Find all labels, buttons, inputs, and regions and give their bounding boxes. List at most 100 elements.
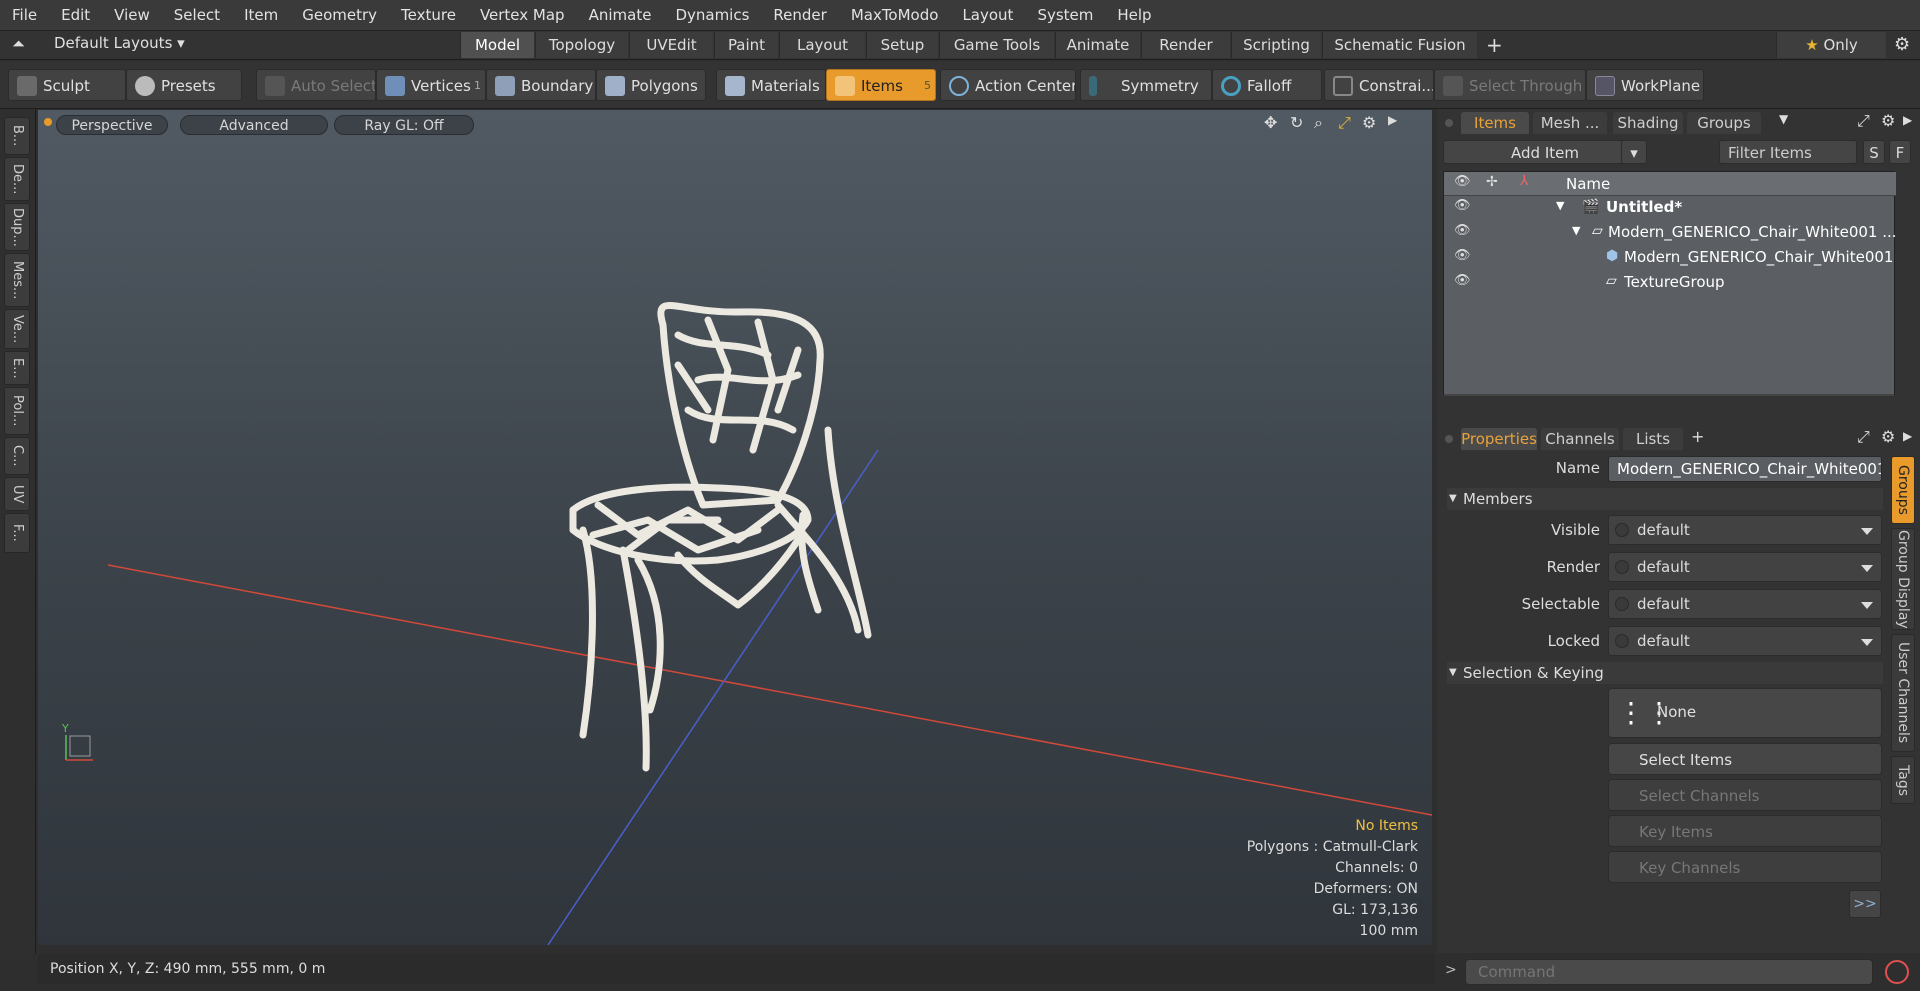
tree-row-texture-group[interactable]: 👁 ▱ TextureGroup [1444,271,1896,296]
gear-icon[interactable]: ⚙ [1894,34,1910,55]
members-section[interactable]: ▼ Members [1447,488,1883,510]
constraints-button[interactable]: Constrai... [1324,69,1434,101]
menu-layout[interactable]: Layout [950,0,1025,31]
name-column-header[interactable]: Name [1566,175,1610,193]
left-tab-vertex[interactable]: Ve... [4,309,30,349]
menu-system[interactable]: System [1025,0,1105,31]
properties-panel-dot[interactable] [1445,435,1453,443]
presets-button[interactable]: Presets [126,69,242,101]
boundary-button[interactable]: Boundary [486,69,596,101]
fit-view-icon[interactable]: ⤢ [1338,113,1351,133]
vertices-button[interactable]: Vertices 1 [376,69,486,101]
eye-icon[interactable]: 👁 [1454,198,1471,213]
rotate-view-icon[interactable]: ↻ [1290,113,1303,132]
eye-icon[interactable]: 👁 [1454,273,1471,288]
tab-topology[interactable]: Topology [535,32,628,58]
tab-render[interactable]: Render [1141,32,1230,58]
filter-items-input[interactable]: Filter Items [1719,140,1857,164]
menu-help[interactable]: Help [1105,0,1163,31]
collapse-arrow-icon[interactable]: ▼ [1556,199,1564,212]
side-tab-group-display[interactable]: Group Display [1891,528,1915,630]
visible-dropdown[interactable]: default [1608,515,1882,545]
left-tab-mesh[interactable]: Mes... [4,253,30,307]
s-filter-button[interactable]: S [1863,140,1885,164]
tab-uvedit[interactable]: UVEdit [629,32,713,58]
selection-keying-section[interactable]: ▼ Selection & Keying [1447,662,1883,684]
menu-dynamics[interactable]: Dynamics [663,0,761,31]
viewport-more-icon[interactable]: ▶ [1388,113,1397,127]
panel-settings-icon[interactable]: ⚙ [1881,111,1895,130]
select-items-button[interactable]: Select Items [1608,743,1882,775]
perspective-dropdown[interactable]: Perspective [56,115,168,135]
viewport-indicator-dot[interactable] [44,118,52,126]
tree-row-mesh[interactable]: 👁 ⬢ Modern_GENERICO_Chair_White001 [1444,246,1896,271]
selectable-key-dot[interactable] [1615,597,1629,611]
name-field[interactable]: Modern_GENERICO_Chair_White001 ( [1608,456,1882,482]
move-view-icon[interactable]: ✥ [1264,113,1277,132]
menu-item[interactable]: Item [232,0,290,31]
menu-texture[interactable]: Texture [389,0,468,31]
items-button[interactable]: Items 5 [826,69,936,101]
add-item-dropdown-icon[interactable]: ▾ [1621,140,1647,164]
menu-view[interactable]: View [102,0,162,31]
tab-layout[interactable]: Layout [779,32,865,58]
left-tab-duplicate[interactable]: Dup... [4,203,30,251]
left-tab-basic[interactable]: B... [4,117,30,155]
polygons-button[interactable]: Polygons [596,69,706,101]
tab-model[interactable]: Model [460,32,534,58]
advanced-dropdown[interactable]: Advanced [180,115,328,135]
tab-mesh[interactable]: Mesh ... [1533,112,1607,134]
panel-expand-icon[interactable]: ⤢ [1857,111,1870,131]
items-panel-dot[interactable] [1445,119,1453,127]
tab-items[interactable]: Items [1461,112,1529,134]
tab-setup[interactable]: Setup [866,32,938,58]
left-tab-polygon[interactable]: Pol... [4,387,30,435]
menu-geometry[interactable]: Geometry [290,0,389,31]
add-tab-icon[interactable]: + [1691,427,1704,446]
only-toggle[interactable]: ★ Only [1776,32,1886,58]
tab-paint[interactable]: Paint [714,32,778,58]
sculpt-button[interactable]: Sculpt [8,69,126,101]
menu-edit[interactable]: Edit [49,0,102,31]
menu-select[interactable]: Select [162,0,232,31]
key-items-button[interactable]: Key Items [1608,815,1882,847]
tree-row-group[interactable]: 👁 ▼ ▱ Modern_GENERICO_Chair_White001 ... [1444,221,1897,246]
menu-file[interactable]: File [0,0,49,31]
eye-icon[interactable]: 👁 [1454,223,1471,238]
tab-scripting[interactable]: Scripting [1231,32,1321,58]
locked-key-dot[interactable] [1615,634,1629,648]
auto-select-button[interactable]: Auto Select [256,69,376,101]
tab-lists[interactable]: Lists [1623,428,1683,450]
tab-game-tools[interactable]: Game Tools [939,32,1054,58]
materials-button[interactable]: Materials [716,69,826,101]
side-tab-tags[interactable]: Tags [1891,756,1915,804]
f-filter-button[interactable]: F [1889,140,1911,164]
tab-properties[interactable]: Properties [1461,428,1537,450]
lock-column-icon[interactable]: ✢ [1486,174,1498,190]
tab-groups[interactable]: Groups [1687,112,1761,134]
tab-channels[interactable]: Channels [1541,428,1619,450]
tree-row-scene[interactable]: 👁 ▼ 🎬 Untitled* [1444,196,1896,221]
key-channels-button[interactable]: Key Channels [1608,851,1882,883]
left-tab-curve[interactable]: C... [4,437,30,475]
add-tab-icon[interactable]: + [1486,33,1503,57]
axis-column-icon[interactable]: ⅄ [1520,173,1529,189]
collapse-arrow-icon[interactable]: ▼ [1572,224,1580,237]
default-layouts-dropdown[interactable]: Default Layouts ▾ [54,34,185,52]
left-tab-edge[interactable]: E... [4,351,30,385]
visible-key-dot[interactable] [1615,523,1629,537]
select-channels-button[interactable]: Select Channels [1608,779,1882,811]
symmetry-button[interactable]: Symmetry [1080,69,1212,101]
tab-schematic-fusion[interactable]: Schematic Fusion [1322,32,1477,58]
record-macro-icon[interactable] [1885,960,1909,984]
none-selector-button[interactable]: ⋮⋮ None [1608,688,1882,738]
visibility-column-icon[interactable]: 👁 [1454,174,1471,189]
zoom-view-icon[interactable]: ⌕ [1314,113,1323,133]
workplane-button[interactable]: WorkPlane [1586,69,1704,101]
menu-maxtomodo[interactable]: MaxToModo [839,0,951,31]
falloff-button[interactable]: Falloff [1212,69,1322,101]
locked-dropdown[interactable]: default [1608,626,1882,656]
select-through-button[interactable]: Select Through [1434,69,1586,101]
menu-render[interactable]: Render [761,0,838,31]
panel-dropdown-icon[interactable]: ▼ [1779,112,1788,126]
